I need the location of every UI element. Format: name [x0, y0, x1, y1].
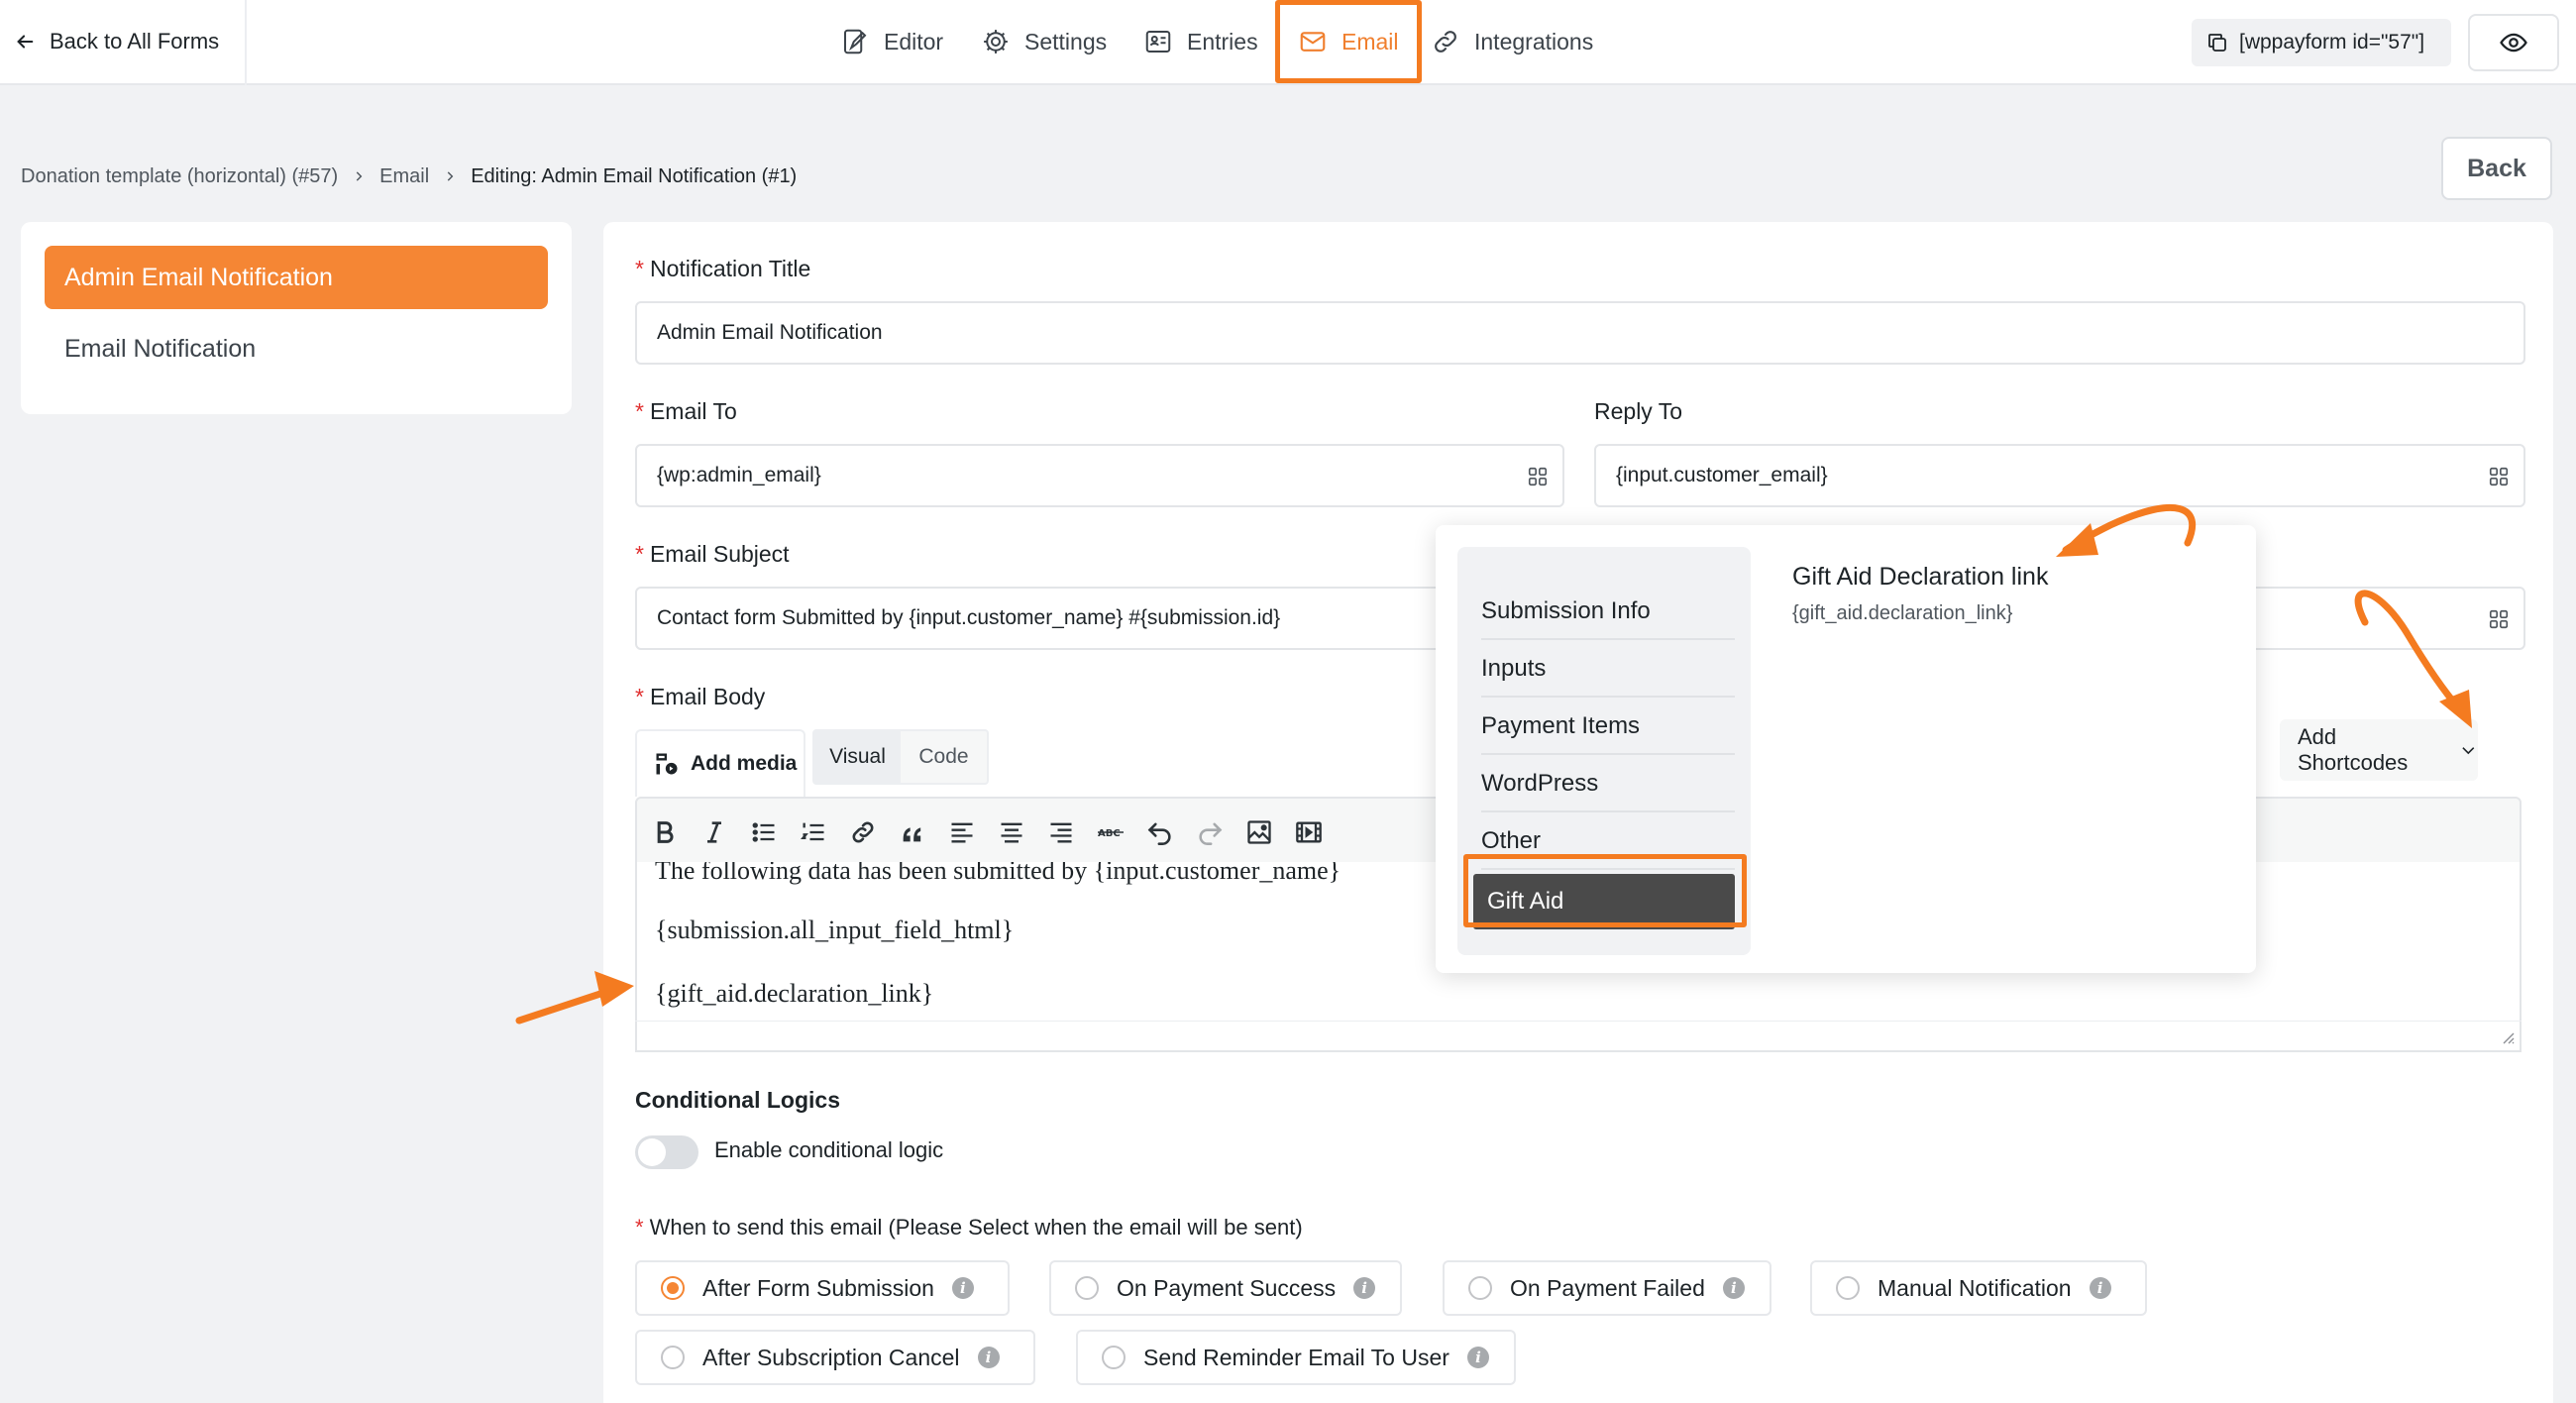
arrow-to-body-line — [515, 988, 610, 1025]
arrowhead-body — [594, 971, 634, 1007]
arrowhead-title — [2056, 523, 2098, 557]
arrow-to-add-shortcodes — [2354, 590, 2463, 712]
annotation-arrows — [515, 503, 2472, 1025]
